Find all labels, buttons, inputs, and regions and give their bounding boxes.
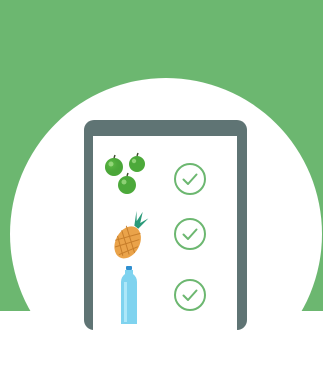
water-bottle-icon (121, 266, 137, 324)
apples-icon (105, 152, 145, 194)
checklist-item-water-bottle (93, 266, 237, 324)
checklist-item-pineapple (93, 205, 237, 263)
check-circle-icon (174, 218, 206, 250)
pineapple-icon (114, 210, 149, 259)
check-circle-icon (174, 163, 206, 195)
checklist-item-apples (93, 150, 237, 208)
check-circle-icon (174, 279, 206, 311)
